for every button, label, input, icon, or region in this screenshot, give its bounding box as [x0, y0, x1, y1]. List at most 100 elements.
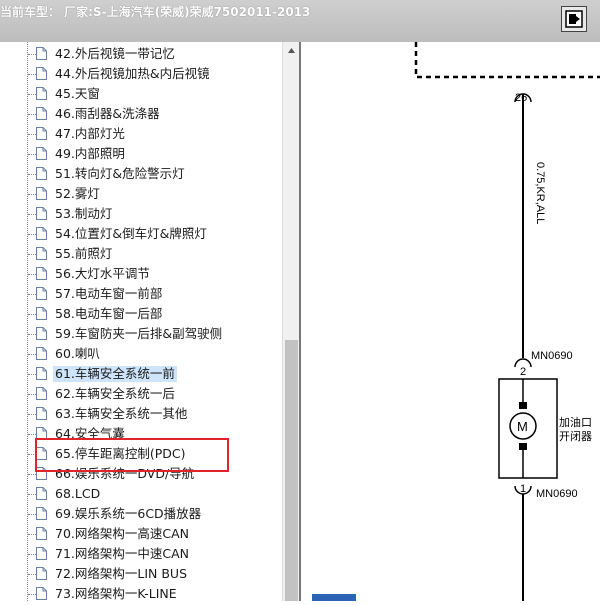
document-icon: [36, 147, 47, 160]
tree-branch-line: [28, 394, 36, 395]
tree-item-label: 47.内部灯光: [55, 126, 125, 141]
document-icon: [36, 227, 47, 240]
tree-panel: 42.外后视镜一带记忆 44.外后视镜加热&内后视镜 45.天窗 46.雨刮器&洗涤器…: [0, 42, 282, 601]
scroll-up-button[interactable]: [283, 42, 300, 59]
document-icon: [36, 247, 47, 260]
document-icon: [36, 187, 47, 200]
restore-window-icon: [565, 10, 583, 28]
tree-branch-line: [28, 154, 36, 155]
tree-branch-line: [28, 534, 36, 535]
tree-branch-line: [28, 254, 36, 255]
tree-item-label: 68.LCD: [55, 486, 101, 501]
tree-item[interactable]: 54.位置灯&倒车灯&牌照灯: [0, 224, 282, 244]
tree-branch-line: [28, 594, 36, 595]
tree-item[interactable]: 73.网络架构一K-LINE: [0, 584, 282, 601]
tree-item-label: 60.喇叭: [55, 346, 100, 361]
tree-item-label: 61.车辆安全系统一前: [53, 366, 177, 382]
tree-branch-line: [28, 434, 36, 435]
tree-branch-line: [28, 494, 36, 495]
tree-item-label: 73.网络架构一K-LINE: [55, 586, 177, 601]
tree-branch-line: [28, 474, 36, 475]
scrollbar-thumb[interactable]: [285, 340, 298, 601]
tree-branch-line: [28, 554, 36, 555]
tree-scrollbar[interactable]: [282, 42, 300, 601]
tree-branch-line: [28, 514, 36, 515]
tree-item-label: 53.制动灯: [55, 206, 113, 221]
tree-branch-line: [28, 374, 36, 375]
tree-item[interactable]: 63.车辆安全系统一其他: [0, 404, 282, 424]
tree-item[interactable]: 45.天窗: [0, 84, 282, 104]
tree-branch-line: [28, 294, 36, 295]
tree-item-label: 45.天窗: [55, 86, 100, 101]
tree-branch-line: [28, 94, 36, 95]
tree-item[interactable]: 59.车窗防夹一后排&副驾驶侧: [0, 324, 282, 344]
tree-item[interactable]: 49.内部照明: [0, 144, 282, 164]
tree-item[interactable]: 51.转向灯&危险警示灯: [0, 164, 282, 184]
document-icon: [36, 87, 47, 100]
upper-connector-label: MN0690: [531, 350, 573, 362]
motor-box: [498, 378, 558, 479]
tree-branch-line: [28, 274, 36, 275]
tree-item[interactable]: 62.车辆安全系统一后: [0, 384, 282, 404]
tree-item[interactable]: 69.娱乐系统一6CD播放器: [0, 504, 282, 524]
tree-item[interactable]: 47.内部灯光: [0, 124, 282, 144]
tree-item-label: 56.大灯水平调节: [55, 266, 150, 281]
lower-pin-number: 1: [520, 483, 526, 495]
tree-item-label: 71.网络架构一中速CAN: [55, 546, 190, 561]
motor-description-line2: 开闭器: [559, 430, 592, 443]
tree-item-label: 52.雾灯: [55, 186, 100, 201]
motor-letter: M: [517, 419, 528, 434]
tree-item[interactable]: 60.喇叭: [0, 344, 282, 364]
wiring-diagram-canvas: 26 0.75,KR,ALL MN0690 2 M 加油口 开闭器 1 MN06…: [414, 42, 600, 601]
tree-item[interactable]: 72.网络架构一LIN BUS: [0, 564, 282, 584]
tree-item[interactable]: 56.大灯水平调节: [0, 264, 282, 284]
tree-item-label: 59.车窗防夹一后排&副驾驶侧: [55, 326, 223, 341]
tree-item[interactable]: 55.前照灯: [0, 244, 282, 264]
tree-item[interactable]: 53.制动灯: [0, 204, 282, 224]
tree-branch-line: [28, 214, 36, 215]
document-icon: [36, 167, 47, 180]
document-icon: [36, 587, 47, 600]
tree-item-label: 72.网络架构一LIN BUS: [55, 566, 188, 581]
top-pin-number: 26: [515, 92, 527, 104]
tree-item[interactable]: 52.雾灯: [0, 184, 282, 204]
document-icon: [36, 327, 47, 340]
tree-item-label: 51.转向灯&危险警示灯: [55, 166, 185, 181]
upper-pin-number: 2: [520, 366, 526, 378]
document-icon: [36, 307, 47, 320]
document-icon: [36, 127, 47, 140]
tree-branch-line: [28, 194, 36, 195]
title-bar: 当前车型： 厂家:S-上海汽车(荣威)荣威7502011-2013: [0, 0, 600, 43]
document-icon: [36, 387, 47, 400]
tree-item-label: 57.电动车窗一前部: [55, 286, 163, 301]
document-icon: [36, 407, 47, 420]
tree-item-label: 62.车辆安全系统一后: [55, 386, 175, 401]
motor-description-line1: 加油口: [559, 415, 592, 429]
document-icon: [36, 347, 47, 360]
window-title: 当前车型： 厂家:S-上海汽车(荣威)荣威7502011-2013: [0, 5, 311, 19]
tree-item[interactable]: 61.车辆安全系统一前: [0, 364, 282, 384]
tree-item-label: 54.位置灯&倒车灯&牌照灯: [55, 226, 207, 241]
tree-item-label: 42.外后视镜一带记忆: [55, 46, 175, 61]
tree-item-label: 46.雨刮器&洗涤器: [55, 106, 160, 121]
tree-item[interactable]: 44.外后视镜加热&内后视镜: [0, 64, 282, 84]
arrow-up-icon: [288, 48, 295, 53]
tree-item[interactable]: 70.网络架构一高速CAN: [0, 524, 282, 544]
tree-item[interactable]: 57.电动车窗一前部: [0, 284, 282, 304]
tree-item-label: 69.娱乐系统一6CD播放器: [55, 506, 202, 521]
tree-branch-line: [28, 174, 36, 175]
tree-branch-line: [28, 74, 36, 75]
document-icon: [36, 67, 47, 80]
tree-item[interactable]: 46.雨刮器&洗涤器: [0, 104, 282, 124]
tree-item[interactable]: 58.电动车窗一后部: [0, 304, 282, 324]
tree-branch-line: [28, 334, 36, 335]
tree-item[interactable]: 68.LCD: [0, 484, 282, 504]
tree-branch-line: [28, 414, 36, 415]
tree-item[interactable]: 42.外后视镜一带记忆: [0, 44, 282, 64]
lower-connector-label: MN0690: [536, 488, 578, 500]
tree-item-label: 70.网络架构一高速CAN: [55, 526, 190, 541]
tree-item[interactable]: 71.网络架构一中速CAN: [0, 544, 282, 564]
document-icon: [36, 367, 47, 380]
module-boundary: [414, 42, 600, 79]
restore-window-button[interactable]: [561, 6, 587, 32]
